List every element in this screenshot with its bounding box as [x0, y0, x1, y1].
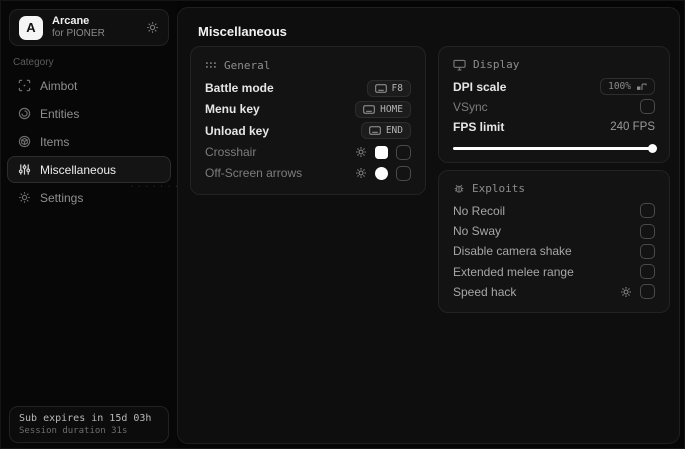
- subscription-status-card: Sub expires in 15d 03h Session duration …: [9, 406, 169, 443]
- keybind-value: F8: [391, 82, 403, 94]
- display-card-title: Display: [473, 58, 520, 72]
- crosshair-color-swatch[interactable]: [375, 145, 388, 159]
- keybind-value: HOME: [380, 103, 403, 115]
- dpi-scale-select[interactable]: 100%: [600, 78, 655, 96]
- crosshair-config-gear-icon[interactable]: [355, 146, 367, 158]
- sidebar-nav: Aimbot Entities Items Miscellaneous ....…: [7, 72, 194, 211]
- general-card-title: General: [224, 58, 271, 72]
- setting-row-disable-camera-shake: Disable camera shake: [453, 241, 655, 261]
- sub-expires-text: Sub expires in 15d 03h: [19, 413, 152, 424]
- grid-dots-icon: [205, 59, 217, 71]
- items-icon: [18, 135, 31, 148]
- sidebar-item-label: Items: [40, 134, 70, 149]
- app-name: Arcane: [52, 15, 90, 28]
- extended-melee-range-checkbox[interactable]: [640, 264, 655, 280]
- exploits-card: Exploits No Recoil No Sway Disable camer…: [438, 170, 670, 313]
- setting-row-battle-mode: Battle mode F8: [205, 78, 411, 99]
- app-titles: Arcane for PIONER: [52, 15, 137, 39]
- arrows-config-gear-icon[interactable]: [355, 167, 367, 179]
- keyboard-icon: [363, 105, 375, 114]
- main-panel: Miscellaneous General Battle mode F8 Men…: [177, 7, 680, 444]
- keyboard-icon: [369, 126, 381, 136]
- setting-label: Disable camera shake: [453, 244, 572, 259]
- setting-label: Unload key: [205, 123, 270, 138]
- no-recoil-checkbox[interactable]: [640, 203, 655, 219]
- setting-row-fps-limit: FPS limit 240 FPS: [453, 117, 655, 137]
- vsync-checkbox[interactable]: [640, 99, 655, 115]
- app-header-card: A Arcane for PIONER: [9, 9, 169, 46]
- keybind-button[interactable]: F8: [366, 79, 411, 97]
- setting-label: VSync: [453, 99, 488, 114]
- sidebar-item-miscellaneous[interactable]: Miscellaneous .........: [7, 156, 194, 190]
- gear-icon: [18, 191, 31, 204]
- setting-row-speed-hack: Speed hack: [453, 282, 655, 302]
- page-title: Miscellaneous: [198, 24, 287, 39]
- app-subtitle: for PIONER: [52, 28, 105, 40]
- sidebar-item-label: Miscellaneous: [40, 162, 117, 177]
- bug-icon: [453, 183, 465, 195]
- crosshair-checkbox[interactable]: [396, 144, 411, 160]
- disable-camera-shake-checkbox[interactable]: [640, 243, 655, 259]
- setting-row-offscreen-arrows: Off-Screen arrows: [205, 163, 411, 184]
- keybind-button[interactable]: HOME: [355, 100, 411, 118]
- setting-label: FPS limit: [453, 120, 505, 135]
- sidebar-item-settings[interactable]: Settings: [7, 184, 171, 211]
- sidebar-item-label: Aimbot: [40, 78, 78, 93]
- slider-fill: [453, 147, 653, 151]
- sliders-icon: [18, 163, 31, 176]
- no-sway-checkbox[interactable]: [640, 223, 655, 239]
- speed-hack-config-gear-icon[interactable]: [620, 286, 632, 298]
- exploits-card-header: Exploits: [453, 180, 655, 198]
- scale-icon: [636, 82, 647, 92]
- setting-label: DPI scale: [453, 79, 507, 94]
- slider-knob[interactable]: [647, 144, 657, 154]
- setting-label: Speed hack: [453, 284, 517, 299]
- sidebar-item-entities[interactable]: Entities: [7, 100, 171, 127]
- arrows-color-swatch[interactable]: [375, 166, 388, 180]
- monitor-icon: [453, 59, 466, 71]
- display-card-header: Display: [453, 56, 655, 74]
- fps-limit-slider[interactable]: [453, 144, 657, 154]
- sidebar-item-label: Entities: [40, 106, 80, 121]
- dpi-scale-value: 100%: [608, 81, 631, 93]
- keybind-button[interactable]: END: [360, 122, 411, 140]
- session-duration-text: Session duration 31s: [19, 426, 128, 436]
- offscreen-arrows-checkbox[interactable]: [396, 165, 411, 181]
- entities-icon: [18, 107, 31, 120]
- setting-label: Crosshair: [205, 145, 257, 160]
- setting-row-no-recoil: No Recoil: [453, 201, 655, 221]
- exploits-card-title: Exploits: [472, 182, 525, 196]
- general-card-header: General: [205, 56, 411, 75]
- setting-label: Extended melee range: [453, 264, 574, 279]
- setting-row-unload-key: Unload key END: [205, 120, 411, 141]
- display-card: Display DPI scale 100% VSync FPS limit 2…: [438, 46, 670, 163]
- speed-hack-checkbox[interactable]: [640, 284, 655, 300]
- setting-row-extended-melee-range: Extended melee range: [453, 261, 655, 281]
- setting-label: No Sway: [453, 224, 502, 239]
- setting-row-menu-key: Menu key HOME: [205, 99, 411, 120]
- setting-row-vsync: VSync: [453, 97, 655, 117]
- sidebar-item-aimbot[interactable]: Aimbot: [7, 72, 171, 99]
- fps-limit-value: 240 FPS: [610, 121, 655, 134]
- app-logo: A: [19, 15, 43, 40]
- setting-row-dpi-scale: DPI scale 100%: [453, 77, 655, 97]
- setting-label: Battle mode: [205, 81, 274, 96]
- header-gear-icon[interactable]: [146, 21, 159, 34]
- general-card: General Battle mode F8 Menu key HOME Unl…: [190, 46, 426, 195]
- keyboard-icon: [374, 83, 387, 93]
- setting-row-crosshair: Crosshair: [205, 141, 411, 162]
- setting-label: Off-Screen arrows: [205, 166, 303, 181]
- sidebar-item-label: Settings: [40, 190, 84, 205]
- setting-label: Menu key: [205, 102, 260, 117]
- setting-row-no-sway: No Sway: [453, 221, 655, 241]
- keybind-value: END: [385, 125, 403, 137]
- sidebar: A Arcane for PIONER Category Aimbot Enti…: [1, 1, 194, 448]
- setting-label: No Recoil: [453, 203, 506, 218]
- category-label: Category: [13, 57, 54, 68]
- sidebar-item-items[interactable]: Items: [7, 128, 171, 155]
- app-window: A Arcane for PIONER Category Aimbot Enti…: [0, 0, 685, 449]
- scan-icon: [18, 79, 31, 92]
